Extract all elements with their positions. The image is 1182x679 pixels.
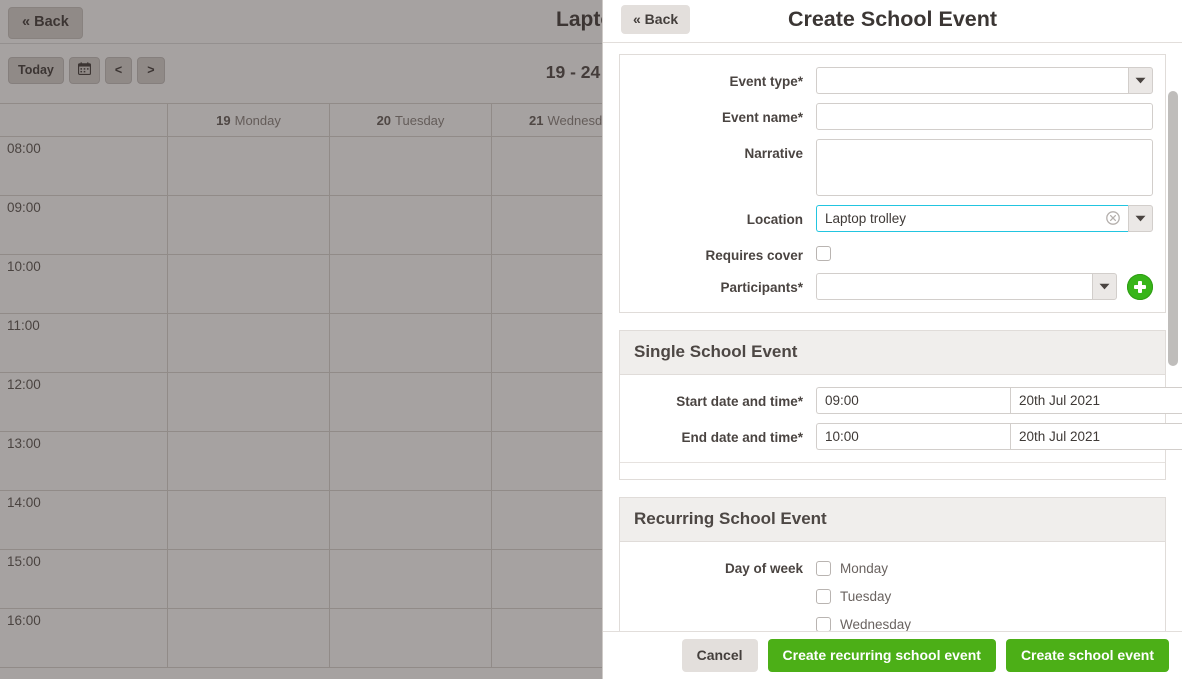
- start-datetime-row: Start date and time*: [620, 387, 1165, 414]
- start-date-input[interactable]: [1010, 387, 1182, 414]
- location-chevron-down-icon[interactable]: [1128, 205, 1153, 232]
- end-datetime-control: [816, 423, 1182, 450]
- requires-cover-row: Requires cover: [620, 241, 1165, 264]
- participants-dropdown[interactable]: [816, 273, 1117, 300]
- day-of-week-item: Tuesday: [816, 582, 1153, 610]
- event-type-dropdown[interactable]: [816, 67, 1153, 94]
- create-school-event-button[interactable]: Create school event: [1006, 639, 1169, 672]
- event-details-body: Event type* Event name*: [620, 55, 1165, 312]
- start-datetime-group: [816, 387, 1182, 414]
- day-of-week-checkbox[interactable]: [816, 617, 831, 631]
- day-of-week-item-label: Tuesday: [840, 589, 891, 604]
- participants-row: Participants*: [620, 273, 1165, 300]
- end-datetime-row: End date and time*: [620, 423, 1165, 450]
- single-school-event-panel: Single School Event Start date and time*: [619, 330, 1166, 480]
- location-control: [816, 205, 1153, 232]
- single-school-event-body: Start date and time*: [620, 375, 1165, 462]
- create-recurring-school-event-button[interactable]: Create recurring school event: [768, 639, 996, 672]
- requires-cover-checkbox[interactable]: [816, 246, 831, 261]
- end-time-input[interactable]: [816, 423, 1010, 450]
- event-type-row: Event type*: [620, 67, 1165, 94]
- recurring-school-event-body: Day of week Monday Tuesday Wednesday: [620, 542, 1165, 631]
- day-of-week-control: Monday Tuesday Wednesday: [816, 554, 1153, 631]
- modal-title: Create School Event: [603, 7, 1182, 32]
- day-of-week-item-label: Wednesday: [840, 617, 911, 631]
- modal-body: Event type* Event name*: [603, 43, 1182, 631]
- participants-label: Participants*: [620, 273, 816, 296]
- modal-body-scrollbar-thumb[interactable]: [1168, 91, 1178, 366]
- event-type-label: Event type*: [620, 67, 816, 90]
- recurring-school-event-panel: Recurring School Event Day of week Monda…: [619, 497, 1166, 631]
- location-row: Location: [620, 205, 1165, 232]
- participants-control: [816, 273, 1153, 300]
- day-of-week-list: Monday Tuesday Wednesday: [816, 554, 1153, 631]
- add-participant-icon[interactable]: [1127, 274, 1153, 300]
- page-root: « Back Laptop Today: [0, 0, 1182, 679]
- day-of-week-item-label: Monday: [840, 561, 888, 576]
- event-type-input[interactable]: [816, 67, 1128, 94]
- end-datetime-label: End date and time*: [620, 423, 816, 446]
- event-name-label: Event name*: [620, 103, 816, 126]
- start-datetime-label: Start date and time*: [620, 387, 816, 410]
- modal-header: « Back Create School Event: [603, 0, 1182, 43]
- day-of-week-checkbox[interactable]: [816, 589, 831, 604]
- event-type-control: [816, 67, 1153, 94]
- requires-cover-control: [816, 241, 1153, 261]
- single-school-event-heading: Single School Event: [620, 331, 1165, 375]
- narrative-control: [816, 139, 1153, 196]
- location-combobox[interactable]: [816, 205, 1153, 232]
- start-datetime-control: [816, 387, 1182, 414]
- participants-chevron-down-icon[interactable]: [1092, 273, 1117, 300]
- narrative-row: Narrative: [620, 139, 1165, 196]
- day-of-week-row: Day of week Monday Tuesday Wednesday: [620, 554, 1165, 631]
- day-of-week-item: Monday: [816, 554, 1153, 582]
- end-date-input[interactable]: [1010, 423, 1182, 450]
- event-name-input[interactable]: [816, 103, 1153, 130]
- narrative-label: Narrative: [620, 139, 816, 162]
- recurring-school-event-heading: Recurring School Event: [620, 498, 1165, 542]
- modal-footer: Cancel Create recurring school event Cre…: [603, 631, 1182, 679]
- clear-icon[interactable]: [1106, 211, 1120, 225]
- day-of-week-item: Wednesday: [816, 610, 1153, 631]
- location-label: Location: [620, 205, 816, 228]
- modal-body-scrollbar[interactable]: [1168, 43, 1178, 631]
- event-details-panel: Event type* Event name*: [619, 54, 1166, 313]
- day-of-week-label: Day of week: [620, 554, 816, 577]
- location-input[interactable]: [816, 205, 1128, 232]
- single-school-event-footer: [620, 462, 1165, 479]
- narrative-textarea[interactable]: [816, 139, 1153, 196]
- cancel-button[interactable]: Cancel: [682, 639, 758, 672]
- event-name-row: Event name*: [620, 103, 1165, 130]
- day-of-week-checkbox[interactable]: [816, 561, 831, 576]
- start-time-input[interactable]: [816, 387, 1010, 414]
- create-school-event-modal: « Back Create School Event Event type*: [602, 0, 1182, 679]
- participants-input[interactable]: [816, 273, 1092, 300]
- end-datetime-group: [816, 423, 1182, 450]
- event-name-control: [816, 103, 1153, 130]
- chevron-down-icon[interactable]: [1128, 67, 1153, 94]
- requires-cover-label: Requires cover: [620, 241, 816, 264]
